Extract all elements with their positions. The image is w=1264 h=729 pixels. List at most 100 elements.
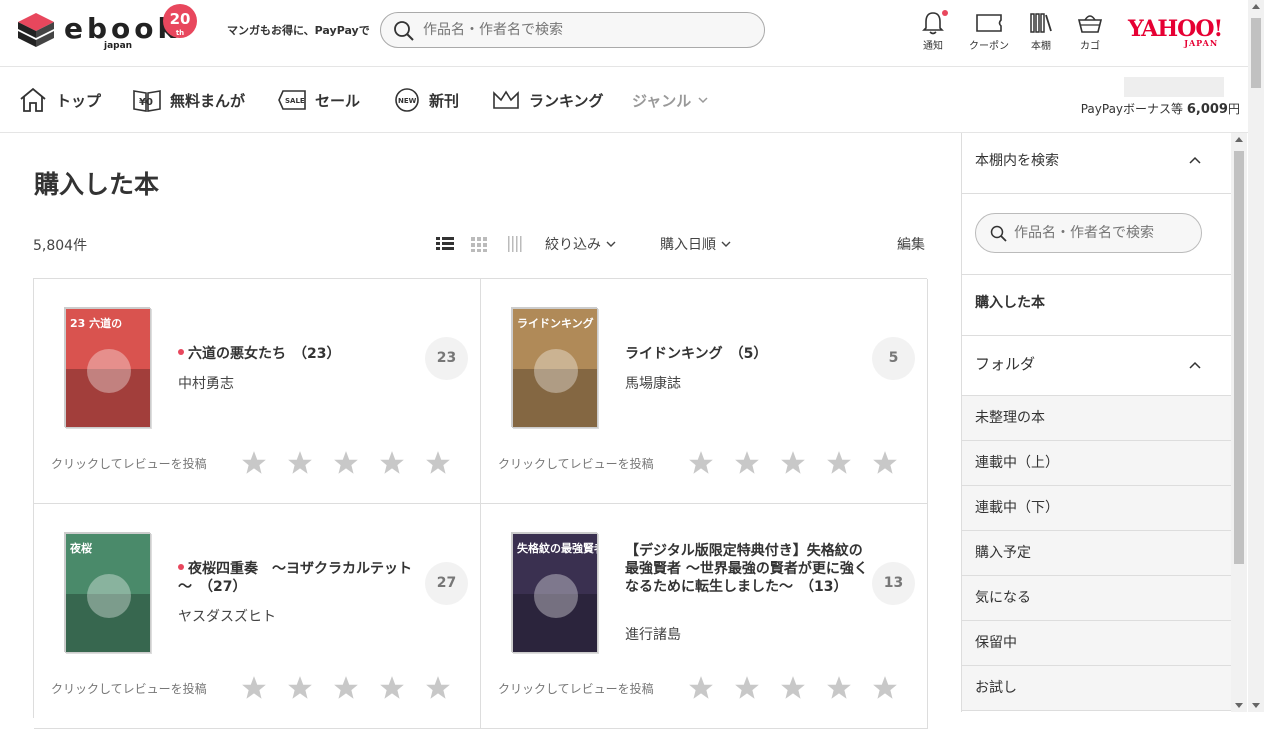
main-nav: トップ ¥0 無料まんが SALE セール NEW 新刊 ランキング ジャンル (0, 67, 1248, 133)
nav-free-manga[interactable]: ¥0 無料まんが (132, 85, 245, 115)
paypay-bonus[interactable]: PayPayボーナス等 6,009円 (1081, 100, 1240, 117)
star-icon[interactable] (825, 449, 853, 481)
book-cover[interactable]: 夜桜 (56, 524, 156, 659)
sidebar-purchased[interactable]: 購入した本 (962, 275, 1232, 336)
book-title[interactable]: 【デジタル版限定特典付き】失格紋の最強賢者 ～世界最強の賢者が更に強くなるために… (625, 542, 870, 596)
star-icon[interactable] (240, 449, 268, 481)
book-title[interactable]: ライドンキング （5） (625, 345, 870, 363)
item-count: 5,804件 (33, 238, 88, 254)
star-rating[interactable] (240, 674, 460, 704)
notification-button[interactable]: 通知 (908, 10, 958, 52)
star-rating[interactable] (240, 449, 460, 479)
cover-stack: 夜桜 (64, 532, 151, 653)
star-icon[interactable] (424, 449, 452, 481)
folder-item[interactable]: お試し (962, 666, 1232, 711)
review-prompt[interactable]: クリックしてレビューを投稿 (51, 455, 207, 472)
book-card[interactable]: 23 六道の 六道の悪女たち （23） 中村勇志 23 クリックしてレビューを投稿 (34, 279, 481, 504)
star-rating[interactable] (687, 449, 907, 479)
list-view-icon[interactable] (435, 235, 455, 257)
book-cover[interactable]: ライドンキング (503, 299, 603, 434)
star-icon[interactable] (378, 674, 406, 706)
folder-item[interactable]: 未整理の本 (962, 396, 1232, 441)
book-author[interactable]: 馬場康誌 (625, 373, 681, 393)
star-icon[interactable] (779, 674, 807, 706)
sidebar-scrollbar[interactable] (1231, 133, 1247, 712)
folder-item[interactable]: 連載中（上） (962, 441, 1232, 486)
cover-image: 失格紋の最強賢者 (512, 533, 598, 653)
nav-sale[interactable]: SALE セール (277, 85, 360, 115)
nav-new[interactable]: NEW 新刊 (393, 85, 459, 115)
star-icon[interactable] (332, 449, 360, 481)
page-scrollbar[interactable] (1248, 0, 1264, 712)
sort-dropdown[interactable]: 購入日順 (660, 234, 732, 254)
sale-icon: SALE (278, 90, 306, 110)
anniversary-badge: 20 th (163, 4, 197, 38)
scroll-thumb[interactable] (1234, 151, 1244, 564)
nav-genre[interactable]: ジャンル (632, 85, 717, 115)
book-author[interactable]: 進行諸島 (625, 624, 681, 644)
book-card[interactable]: 失格紋の最強賢者 【デジタル版限定特典付き】失格紋の最強賢者 ～世界最強の賢者が更… (481, 504, 928, 729)
chevron-up-icon[interactable] (1188, 155, 1202, 165)
book-title[interactable]: 夜桜四重奏 ～ヨザクラカルテット～ （27） (178, 560, 423, 596)
star-rating[interactable] (687, 674, 907, 704)
book-grid: 23 六道の 六道の悪女たち （23） 中村勇志 23 クリックしてレビューを投稿 ライド… (33, 278, 928, 729)
folder-item[interactable]: 気になる (962, 576, 1232, 621)
logo-books-icon (18, 13, 54, 47)
book-cover[interactable]: 23 六道の (56, 299, 156, 434)
star-icon[interactable] (687, 449, 715, 481)
chevron-down-icon (721, 241, 731, 247)
logo-sub: japan (104, 41, 133, 51)
star-icon[interactable] (687, 674, 715, 706)
folder-item[interactable]: 連載中（下） (962, 486, 1232, 531)
chevron-up-icon[interactable] (1188, 360, 1202, 370)
cover-art: ライドンキング (513, 316, 597, 427)
cart-button[interactable]: カゴ (1065, 10, 1115, 52)
book-author[interactable]: 中村勇志 (178, 373, 234, 393)
star-icon[interactable] (733, 449, 761, 481)
folder-item[interactable]: 購入予定 (962, 531, 1232, 576)
cover-stack: 失格紋の最強賢者 (511, 532, 598, 653)
book-author[interactable]: ヤスダスズヒト (178, 606, 276, 626)
book-card[interactable]: ライドンキング ライドンキング （5） 馬場康誌 5 クリックしてレビューを投稿 (481, 279, 928, 504)
sidebar-search[interactable] (975, 213, 1202, 253)
star-icon[interactable] (332, 674, 360, 706)
scroll-up-arrow[interactable] (1235, 137, 1243, 142)
book-title[interactable]: 六道の悪女たち （23） (178, 345, 423, 363)
star-icon[interactable] (286, 449, 314, 481)
scroll-up-arrow[interactable] (1252, 4, 1260, 9)
star-icon[interactable] (378, 449, 406, 481)
bookshelf-button[interactable]: 本棚 (1016, 10, 1066, 52)
grid-view-icon[interactable] (470, 235, 490, 257)
star-icon[interactable] (424, 674, 452, 706)
spine-view-icon[interactable] (507, 235, 525, 257)
coupon-button[interactable]: クーポン (964, 10, 1014, 52)
star-icon[interactable] (240, 674, 268, 706)
star-icon[interactable] (733, 674, 761, 706)
nav-top[interactable]: トップ (18, 85, 101, 115)
scroll-down-arrow[interactable] (1252, 703, 1260, 708)
yahoo-japan-logo[interactable]: YAHOO! JAPAN (1128, 18, 1223, 48)
sidebar-search-section: 本棚内を検索 (962, 133, 1232, 194)
review-prompt[interactable]: クリックしてレビューを投稿 (498, 680, 654, 697)
scroll-thumb[interactable] (1251, 18, 1261, 88)
search-icon (394, 21, 414, 41)
star-icon[interactable] (779, 449, 807, 481)
nav-ranking[interactable]: ランキング (491, 85, 604, 115)
book-card[interactable]: 夜桜 夜桜四重奏 ～ヨザクラカルテット～ （27） ヤスダスズヒト 27 クリックしてレ… (34, 504, 481, 729)
volume-badge: 27 (425, 562, 468, 605)
review-prompt[interactable]: クリックしてレビューを投稿 (51, 680, 207, 697)
folder-item[interactable]: 保留中 (962, 621, 1232, 666)
header-search-input[interactable] (423, 19, 743, 41)
header-search[interactable] (380, 12, 765, 48)
bookshelf-sidebar: 本棚内を検索 購入した本 フォルダ 未整理の本連載中（上）連載中（下）購入予定気… (961, 133, 1232, 712)
star-icon[interactable] (871, 674, 899, 706)
scroll-down-arrow[interactable] (1235, 703, 1243, 708)
edit-button[interactable]: 編集 (897, 234, 925, 254)
review-prompt[interactable]: クリックしてレビューを投稿 (498, 455, 654, 472)
book-cover[interactable]: 失格紋の最強賢者 (503, 524, 603, 659)
star-icon[interactable] (286, 674, 314, 706)
star-icon[interactable] (871, 449, 899, 481)
filter-dropdown[interactable]: 絞り込み (545, 234, 617, 254)
star-icon[interactable] (825, 674, 853, 706)
sidebar-search-input[interactable] (1014, 223, 1194, 243)
